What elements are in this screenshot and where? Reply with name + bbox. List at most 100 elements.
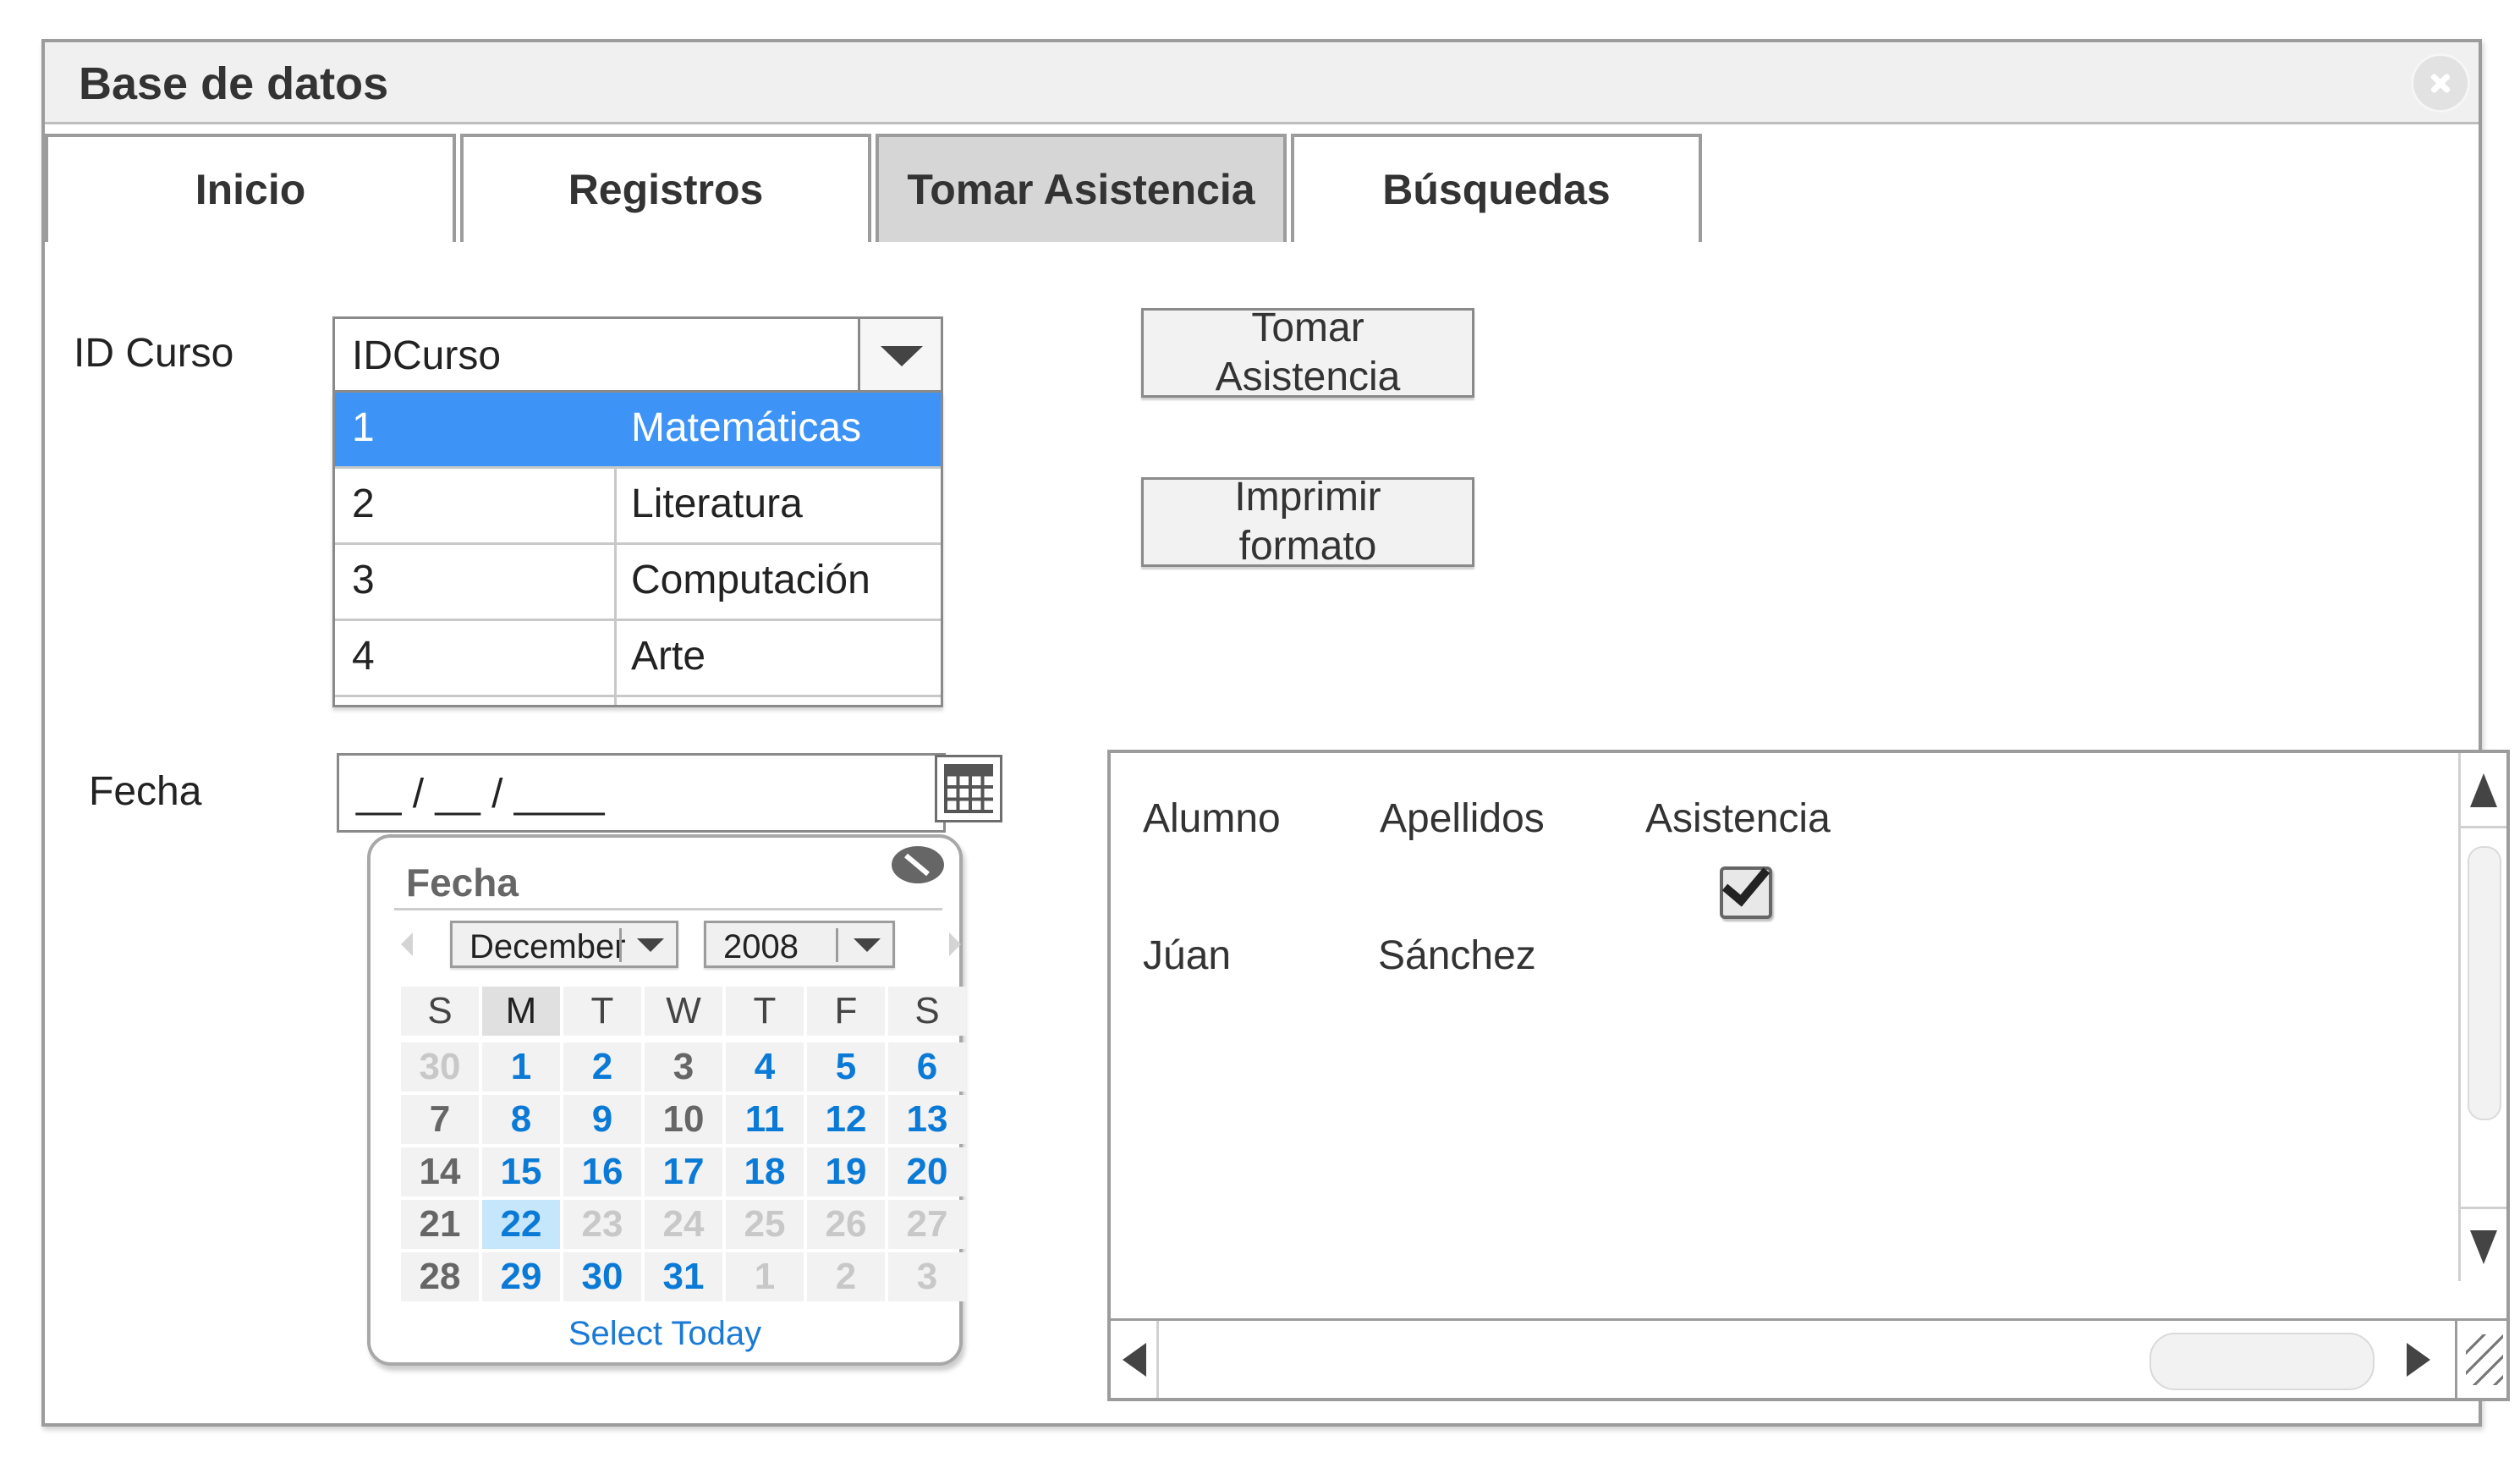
year-value: 2008 xyxy=(723,928,799,965)
tab-busquedas[interactable]: Búsquedas xyxy=(1291,134,1702,242)
tab-tomar-asistencia[interactable]: Tomar Asistencia xyxy=(876,134,1287,242)
calendar-day[interactable]: 24 xyxy=(645,1200,722,1249)
hide-icon[interactable] xyxy=(892,846,944,883)
date-picker-popup: Fecha December 2008 S M T W T F S 30 1 2 3 4 5 6 7 8 9 10… xyxy=(367,834,966,1366)
year-select[interactable]: 2008 xyxy=(704,921,895,968)
date-input-value: __ / __ / ____ xyxy=(356,772,605,817)
calendar-day[interactable]: 11 xyxy=(726,1095,804,1144)
calendar-day[interactable]: 23 xyxy=(563,1200,641,1249)
calendar-day[interactable]: 4 xyxy=(726,1042,804,1092)
calendar-day[interactable]: 30 xyxy=(401,1042,479,1092)
calendar-day[interactable]: 14 xyxy=(401,1147,479,1196)
course-option-id: 4 xyxy=(352,634,375,679)
tab-inicio[interactable]: Inicio xyxy=(45,134,456,242)
course-option-name: Arte xyxy=(631,634,706,679)
prev-month-icon[interactable] xyxy=(401,932,413,956)
course-option[interactable]: 3 Computación xyxy=(335,545,941,621)
calendar-day[interactable]: 6 xyxy=(888,1042,966,1092)
calendar-day[interactable]: 3 xyxy=(645,1042,722,1092)
tab-bar: Inicio Registros Tomar Asistencia Búsque… xyxy=(45,134,1703,245)
month-select[interactable]: December xyxy=(450,921,678,968)
course-option-id: 2 xyxy=(352,481,375,526)
weekday-header: S xyxy=(401,987,479,1036)
calendar-day[interactable]: 16 xyxy=(563,1147,641,1196)
scroll-down-icon[interactable] xyxy=(2470,1230,2497,1264)
weekday-header: T xyxy=(726,987,804,1036)
select-today-link[interactable]: Select Today xyxy=(371,1315,959,1353)
date-picker-title: Fecha xyxy=(406,861,519,905)
cell-alumno: Júan xyxy=(1143,933,1232,978)
date-label: Fecha xyxy=(89,769,202,814)
month-value: December xyxy=(469,928,626,965)
course-option-name: Literatura xyxy=(631,481,803,526)
course-option[interactable]: 2 Literatura xyxy=(335,469,941,545)
chevron-down-icon xyxy=(637,938,664,952)
take-attendance-button[interactable]: Tomar Asistencia xyxy=(1141,305,1474,399)
calendar-day[interactable]: 17 xyxy=(645,1147,722,1196)
chevron-down-icon xyxy=(854,938,881,952)
calendar-day[interactable]: 7 xyxy=(401,1095,479,1144)
calendar-day[interactable]: 10 xyxy=(645,1095,722,1144)
calendar-day[interactable]: 1 xyxy=(726,1252,804,1301)
calendar-day[interactable]: 30 xyxy=(563,1252,641,1301)
column-header-apellidos[interactable]: Apellidos xyxy=(1380,795,1545,842)
cell-apellidos: Sánchez xyxy=(1378,933,1536,978)
calendar-day[interactable]: 21 xyxy=(401,1200,479,1249)
course-option[interactable]: 4 Arte xyxy=(335,621,941,697)
course-option-name: Matemáticas xyxy=(631,405,862,450)
calendar-day[interactable]: 9 xyxy=(563,1095,641,1144)
calendar-day[interactable]: 20 xyxy=(888,1147,966,1196)
course-select-value: IDCurso xyxy=(352,333,502,378)
column-header-alumno[interactable]: Alumno xyxy=(1143,795,1281,842)
calendar-day[interactable]: 31 xyxy=(645,1252,722,1301)
tab-registros[interactable]: Registros xyxy=(460,134,871,242)
calendar-day[interactable]: 28 xyxy=(401,1252,479,1301)
course-id-label: ID Curso xyxy=(74,331,234,376)
course-option-id: 1 xyxy=(352,405,375,450)
main-window: Base de datos Inicio Registros Tomar Asi… xyxy=(41,39,2510,1427)
calendar-day[interactable]: 2 xyxy=(563,1042,641,1092)
weekday-header: T xyxy=(563,987,641,1036)
scroll-up-icon[interactable] xyxy=(2470,773,2497,807)
attendance-checkbox[interactable] xyxy=(1720,866,1772,919)
calendar-day[interactable]: 5 xyxy=(807,1042,885,1092)
calendar-day[interactable]: 3 xyxy=(888,1252,966,1301)
calendar-day[interactable]: 12 xyxy=(807,1095,885,1144)
date-input[interactable]: __ / __ / ____ xyxy=(337,753,946,833)
weekday-header: M xyxy=(482,987,560,1036)
scroll-left-icon[interactable] xyxy=(1123,1343,1146,1377)
print-format-button[interactable]: Imprimir formato xyxy=(1141,475,1474,569)
calendar-day[interactable]: 1 xyxy=(482,1042,560,1092)
calendar-day[interactable]: 22 xyxy=(482,1200,560,1249)
scroll-right-icon[interactable] xyxy=(2407,1343,2430,1377)
vertical-scrollbar[interactable] xyxy=(2458,753,2506,1281)
vertical-scroll-thumb[interactable] xyxy=(2468,846,2501,1120)
window-title: Base de datos xyxy=(79,58,389,109)
chevron-down-icon[interactable] xyxy=(858,319,941,390)
calendar-day[interactable]: 25 xyxy=(726,1200,804,1249)
column-header-asistencia[interactable]: Asistencia xyxy=(1645,795,1831,842)
calendar-day[interactable]: 13 xyxy=(888,1095,966,1144)
course-option-name: Computación xyxy=(631,558,870,602)
weekday-header: S xyxy=(888,987,966,1036)
calendar-day[interactable]: 8 xyxy=(482,1095,560,1144)
horizontal-scrollbar[interactable] xyxy=(1111,1318,2506,1398)
weekday-header: W xyxy=(645,987,722,1036)
calendar-icon[interactable] xyxy=(935,755,1002,822)
calendar-day[interactable]: 2 xyxy=(807,1252,885,1301)
course-dropdown-list: 1 Matemáticas 2 Literatura 3 Computación… xyxy=(332,393,943,707)
calendar-day[interactable]: 29 xyxy=(482,1252,560,1301)
next-month-icon[interactable] xyxy=(949,932,961,956)
attendance-grid: Alumno Apellidos Asistencia Júan Sánchez xyxy=(1107,750,2510,1401)
close-icon[interactable] xyxy=(2411,53,2470,113)
course-option[interactable]: 1 Matemáticas xyxy=(335,393,941,469)
weekday-header: F xyxy=(807,987,885,1036)
calendar-day[interactable]: 19 xyxy=(807,1147,885,1196)
calendar-day[interactable]: 18 xyxy=(726,1147,804,1196)
calendar-day[interactable]: 15 xyxy=(482,1147,560,1196)
course-select[interactable]: IDCurso xyxy=(332,316,943,393)
calendar-day[interactable]: 26 xyxy=(807,1200,885,1249)
calendar-day[interactable]: 27 xyxy=(888,1200,966,1249)
horizontal-scroll-thumb[interactable] xyxy=(2149,1333,2375,1390)
resize-grip-icon[interactable] xyxy=(2466,1334,2503,1385)
